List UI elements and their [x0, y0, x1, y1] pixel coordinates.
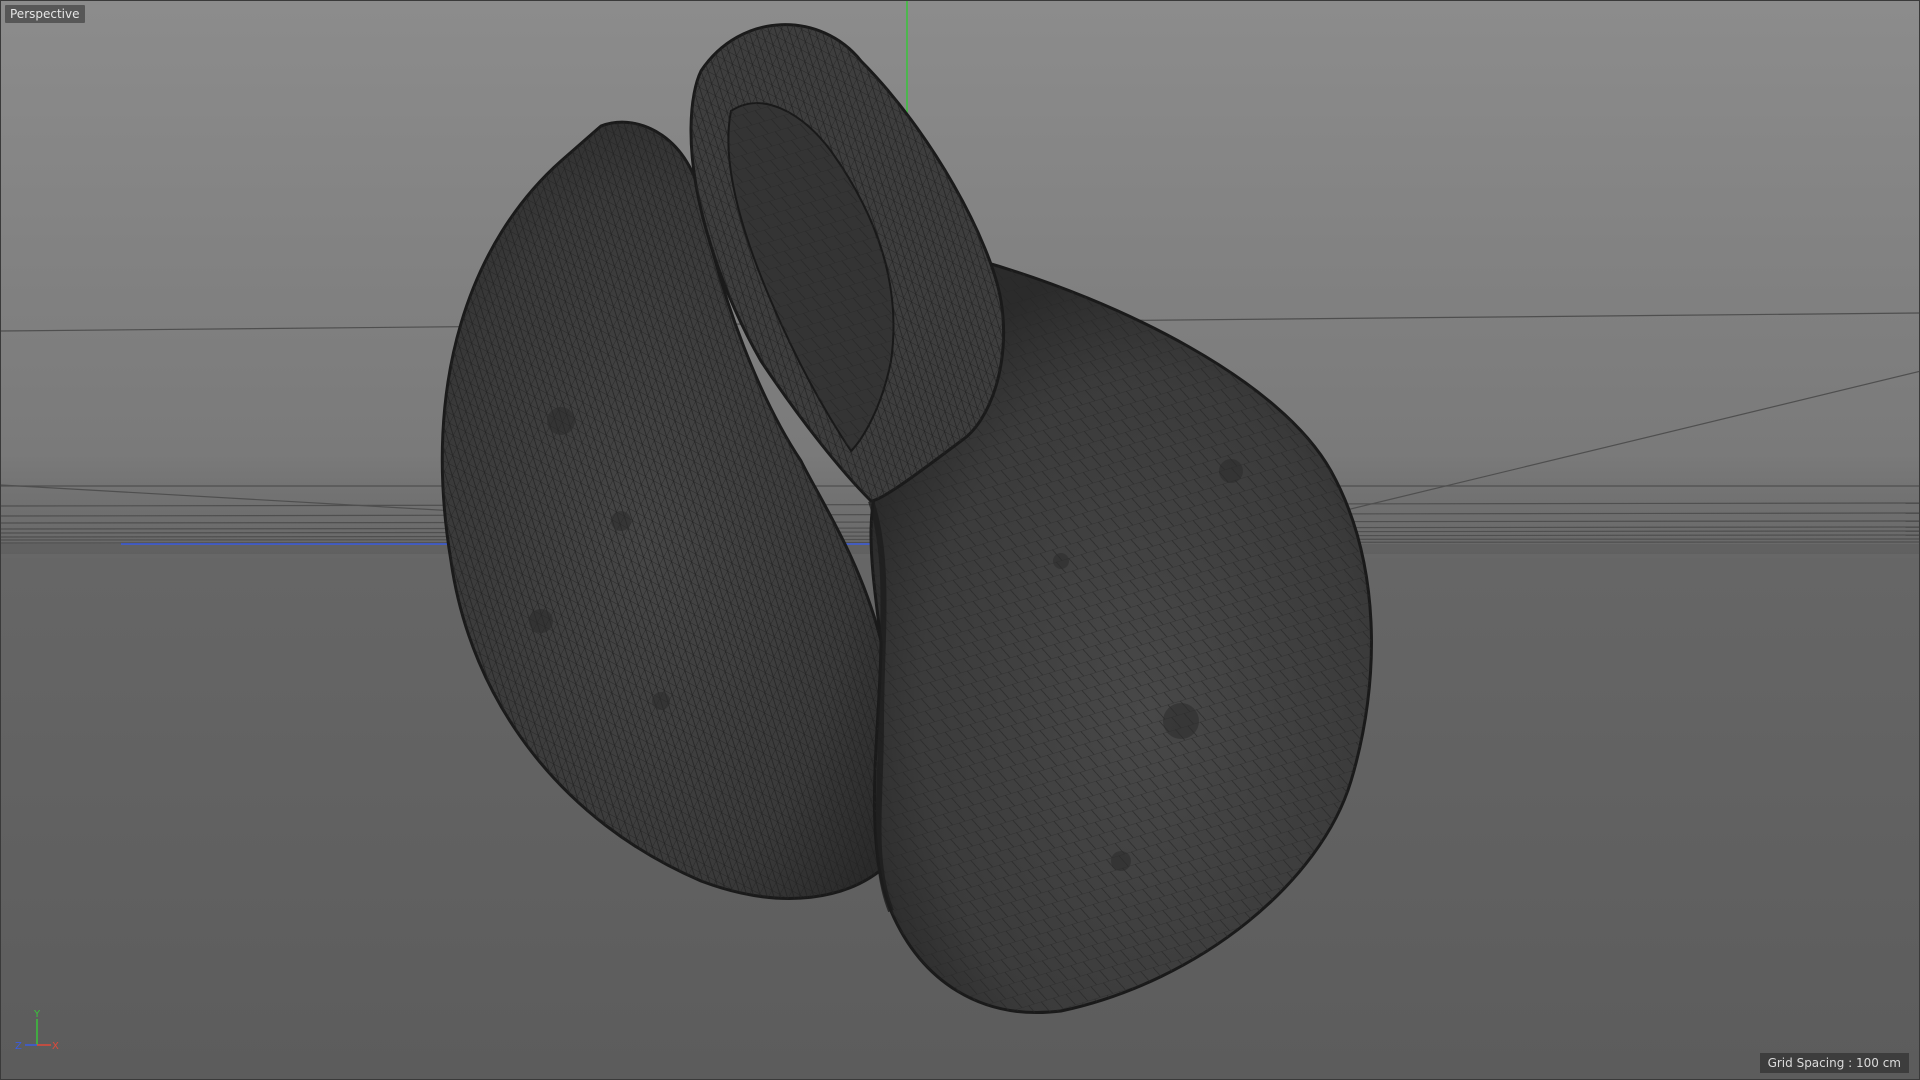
axis-gizmo-icon: Y X Z: [7, 1007, 67, 1057]
axis-y-letter: Y: [33, 1009, 41, 1020]
3d-viewport[interactable]: Perspective Y X Z Grid Spacing : 100 cm: [0, 0, 1920, 1080]
axis-x-letter: X: [52, 1041, 59, 1052]
viewport-scene[interactable]: [1, 1, 1920, 1080]
axis-z-letter: Z: [15, 1041, 22, 1052]
camera-label[interactable]: Perspective: [5, 5, 85, 23]
mesh-object[interactable]: [440, 23, 1373, 1014]
grid-spacing-readout: Grid Spacing : 100 cm: [1759, 1053, 1909, 1073]
